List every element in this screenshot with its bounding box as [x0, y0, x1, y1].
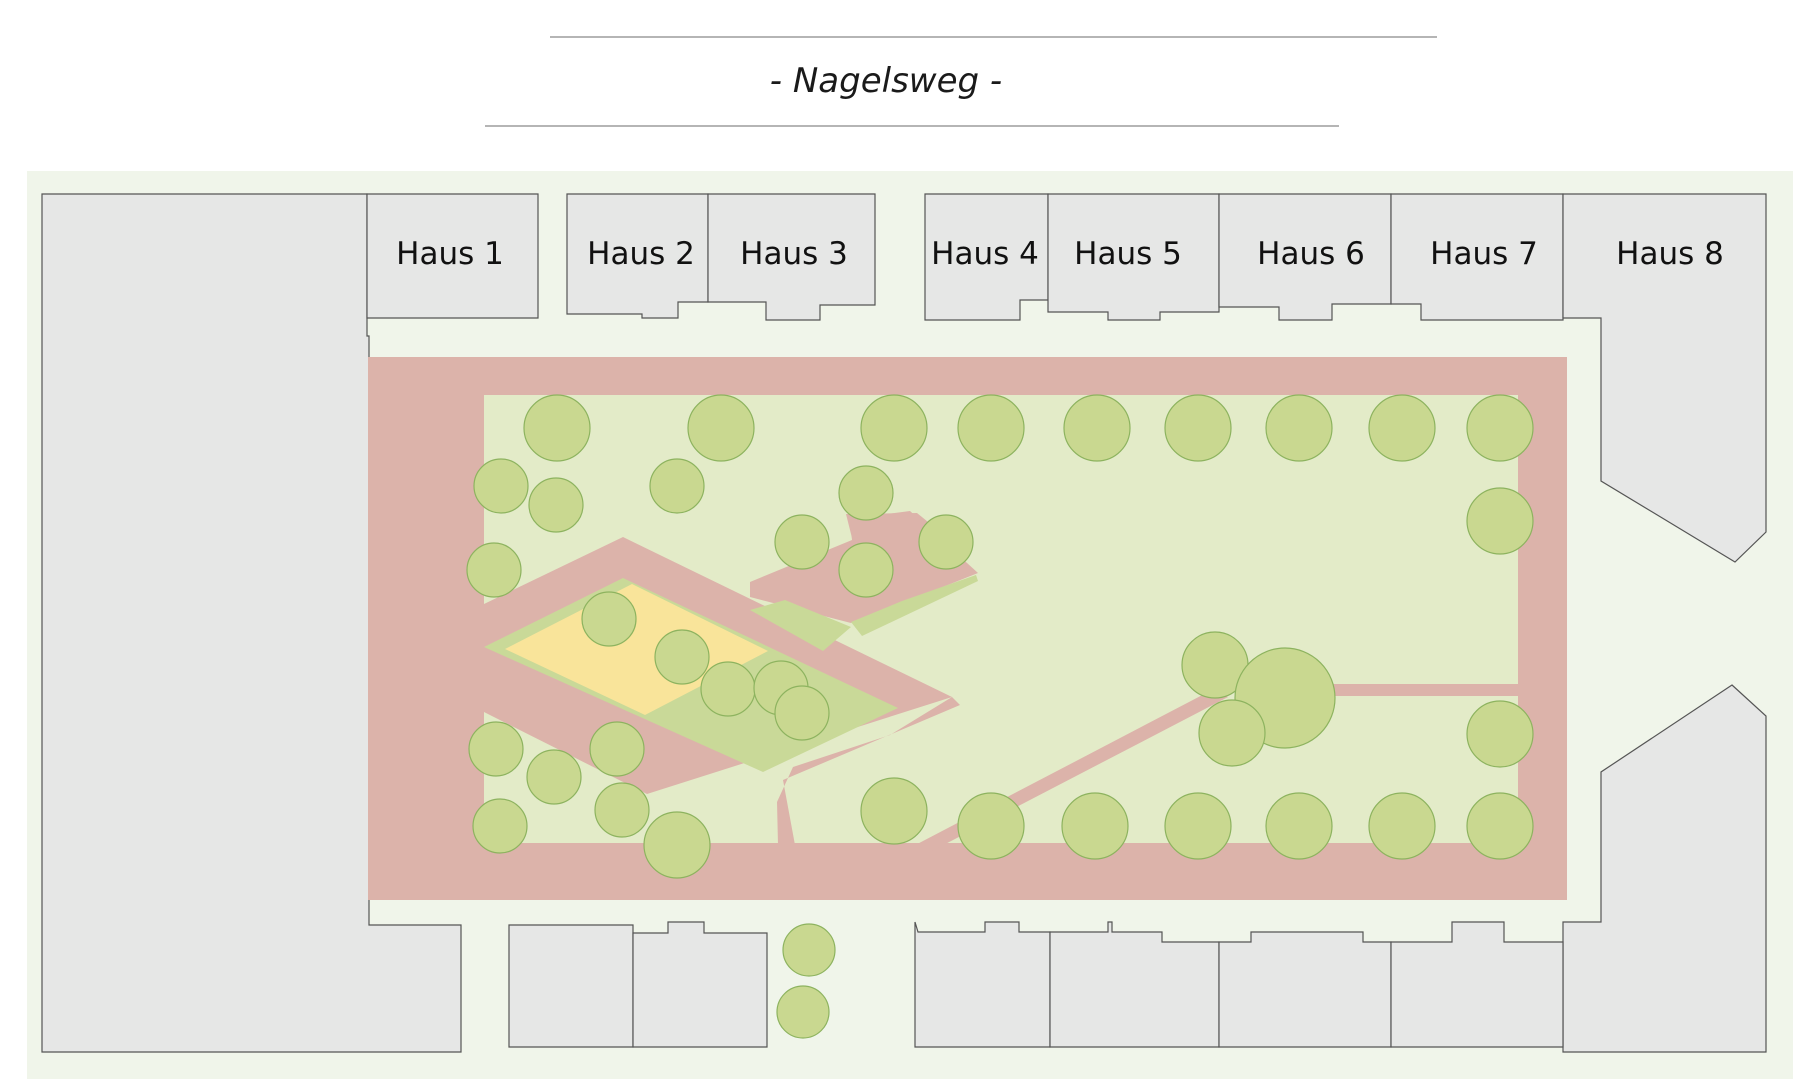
tree-icon: [523, 394, 591, 462]
tree-icon: [838, 465, 894, 521]
house-label-6: Haus 6: [1257, 236, 1365, 272]
building-south-2: [632, 921, 768, 1048]
tree-icon: [774, 685, 830, 741]
tree-icon: [860, 394, 928, 462]
site-plan-map: - Nagelsweg - Haus 1 Haus 2 Haus 3 Haus …: [27, 36, 1793, 1079]
tree-icon: [776, 985, 830, 1039]
tree-icon: [1063, 394, 1131, 462]
house-label-2: Haus 2: [587, 236, 695, 272]
tree-icon: [838, 542, 894, 598]
tree-icon: [472, 798, 528, 854]
street-name-label: - Nagelsweg -: [770, 61, 1002, 101]
building-south-3: [914, 921, 1051, 1048]
tree-icon: [1265, 394, 1333, 462]
tree-icon: [643, 811, 711, 879]
tree-icon: [1368, 792, 1436, 860]
tree-icon: [594, 782, 650, 838]
tree-icon: [957, 792, 1025, 860]
tree-icon: [1466, 487, 1534, 555]
tree-icon: [1466, 394, 1534, 462]
house-label-5: Haus 5: [1074, 236, 1182, 272]
tree-icon: [687, 394, 755, 462]
tree-icon: [957, 394, 1025, 462]
tree-icon: [918, 514, 974, 570]
tree-icon: [1061, 792, 1129, 860]
tree-icon: [589, 721, 645, 777]
tree-icon: [1265, 792, 1333, 860]
house-label-3: Haus 3: [740, 236, 848, 272]
tree-icon: [1164, 792, 1232, 860]
street-nagelsweg: - Nagelsweg -: [485, 36, 1437, 127]
tree-icon: [1466, 700, 1534, 768]
tree-icon: [473, 458, 529, 514]
tree-icon: [774, 514, 830, 570]
tree-icon: [654, 629, 710, 685]
tree-icon: [526, 749, 582, 805]
tree-icon: [782, 923, 836, 977]
tree-icon: [1368, 394, 1436, 462]
tree-icon: [528, 477, 584, 533]
house-label-8: Haus 8: [1616, 236, 1724, 272]
tree-icon: [700, 661, 756, 717]
tree-icon: [1466, 792, 1534, 860]
building-south-5: [1218, 931, 1392, 1048]
tree-icon: [860, 777, 928, 845]
tree-icon: [1198, 699, 1266, 767]
building-south-1: [508, 924, 634, 1048]
tree-icon: [468, 721, 524, 777]
tree-icon: [649, 458, 705, 514]
house-label-4: Haus 4: [931, 236, 1039, 272]
house-label-7: Haus 7: [1430, 236, 1538, 272]
tree-icon: [1164, 394, 1232, 462]
tree-icon: [581, 591, 637, 647]
west-path-strip: [470, 590, 484, 730]
tree-icon: [466, 542, 522, 598]
house-label-1: Haus 1: [396, 236, 504, 272]
